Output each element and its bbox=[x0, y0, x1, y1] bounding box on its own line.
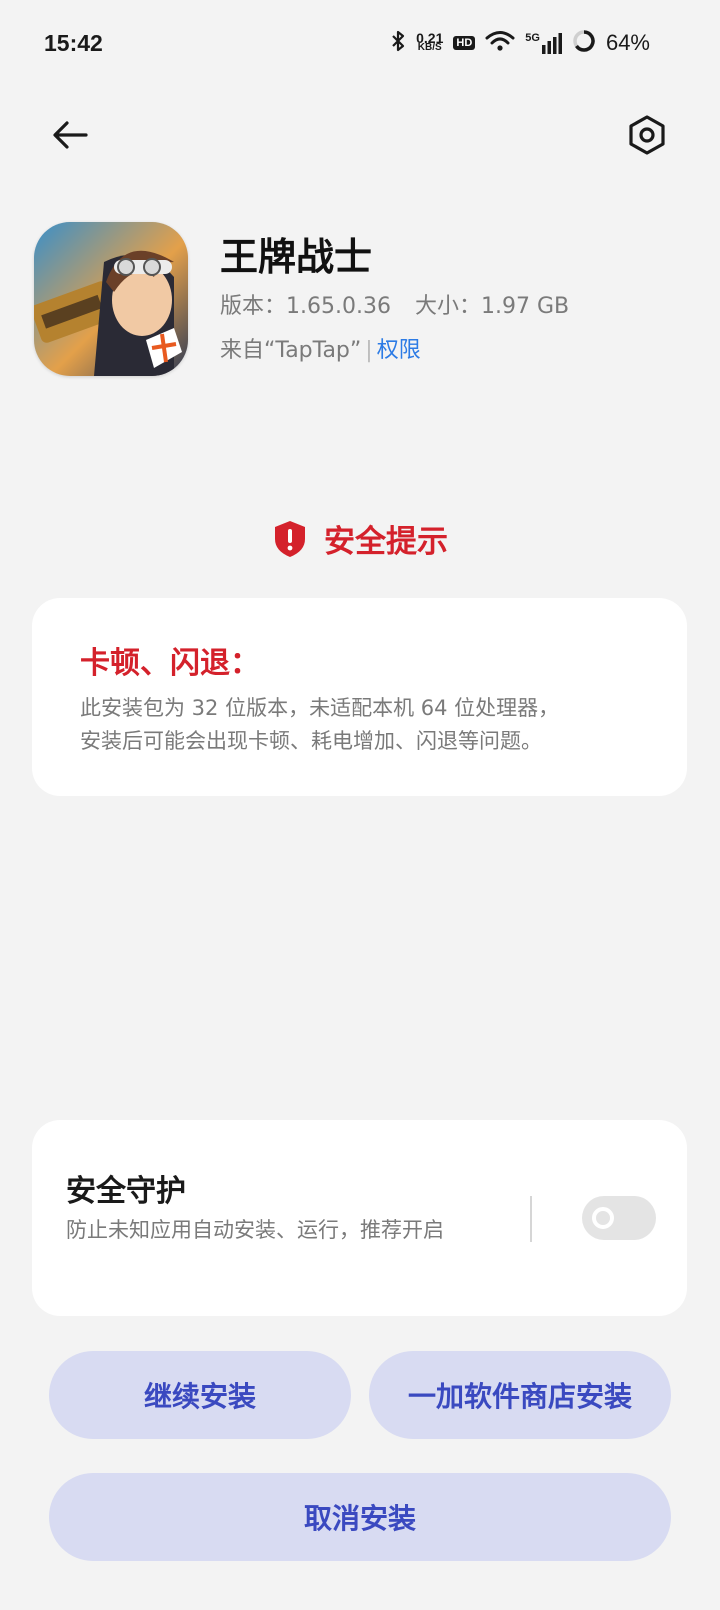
settings-hexagon-icon bbox=[629, 115, 665, 155]
source-separator: | bbox=[365, 338, 373, 363]
app-size: 大小：1.97 GB bbox=[414, 294, 570, 319]
back-arrow-icon bbox=[53, 121, 88, 149]
warning-body: 此安装包为 32 位版本，未适配本机 64 位处理器， 安装后可能会出现卡顿、耗… bbox=[80, 692, 639, 758]
wifi-icon bbox=[485, 30, 515, 56]
net-speed: 0.21 KB/S bbox=[416, 31, 443, 53]
warning-card: 卡顿、闪退： 此安装包为 32 位版本，未适配本机 64 位处理器， 安装后可能… bbox=[32, 598, 687, 796]
divider bbox=[530, 1196, 532, 1242]
status-bar: 15:42 0.21 KB/S HD 5G 64% bbox=[0, 0, 720, 86]
app-source: 来自“TapTap” bbox=[220, 338, 362, 363]
permissions-link[interactable]: 权限 bbox=[377, 338, 421, 363]
battery-icon bbox=[572, 29, 596, 57]
toggle-knob bbox=[592, 1207, 614, 1229]
app-version: 版本：1.65.0.36 bbox=[220, 294, 391, 319]
net-speed-unit: KB/S bbox=[417, 42, 442, 53]
app-icon bbox=[34, 222, 188, 376]
warning-title-text: 安全提示 bbox=[324, 524, 448, 560]
bluetooth-icon bbox=[390, 29, 406, 57]
app-name: 王牌战士 bbox=[220, 235, 373, 279]
protection-description: 防止未知应用自动安装、运行，推荐开启 bbox=[66, 1218, 444, 1242]
app-source-line: 来自“TapTap” | 权限 bbox=[220, 332, 421, 364]
hd-icon: HD bbox=[453, 36, 476, 50]
signal-icon: 5G bbox=[525, 32, 562, 54]
app-meta: 版本：1.65.0.36 大小：1.97 GB bbox=[220, 288, 569, 320]
continue-install-button[interactable]: 继续安装 bbox=[49, 1351, 351, 1439]
security-warning-title: 安全提示 bbox=[0, 516, 720, 561]
battery-percent: 64% bbox=[605, 30, 650, 55]
back-button[interactable] bbox=[40, 105, 100, 165]
status-time: 15:42 bbox=[44, 29, 103, 56]
security-protection-card: 安全守护 防止未知应用自动安装、运行，推荐开启 bbox=[32, 1120, 687, 1316]
network-type: 5G bbox=[525, 32, 540, 44]
warning-headline: 卡顿、闪退： bbox=[80, 646, 260, 681]
settings-button[interactable] bbox=[617, 105, 677, 165]
protection-title: 安全守护 bbox=[66, 1174, 186, 1209]
status-icons: 0.21 KB/S HD 5G 64% bbox=[390, 29, 650, 57]
warning-line-2: 安装后可能会出现卡顿、耗电增加、闪退等问题。 bbox=[80, 729, 542, 753]
shield-alert-icon bbox=[275, 520, 305, 557]
store-install-button[interactable]: 一加软件商店安装 bbox=[369, 1351, 671, 1439]
protection-toggle[interactable] bbox=[582, 1196, 656, 1240]
cancel-install-button[interactable]: 取消安装 bbox=[49, 1473, 671, 1561]
warning-line-1: 此安装包为 32 位版本，未适配本机 64 位处理器， bbox=[80, 696, 560, 720]
